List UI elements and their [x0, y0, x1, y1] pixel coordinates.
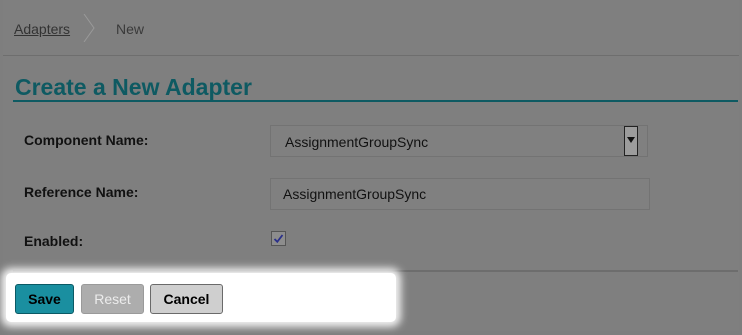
- chevron-right-icon: [83, 14, 95, 42]
- component-name-select[interactable]: AssignmentGroupSync: [270, 125, 648, 157]
- cancel-button[interactable]: Cancel: [150, 284, 223, 314]
- breadcrumb-adapters-link[interactable]: Adapters: [14, 21, 70, 37]
- reference-name-input[interactable]: [270, 178, 650, 210]
- save-button[interactable]: Save: [15, 284, 74, 314]
- title-divider: [13, 100, 738, 102]
- enabled-checkbox[interactable]: [271, 231, 286, 246]
- component-name-value: AssignmentGroupSync: [285, 134, 429, 150]
- component-name-label: Component Name:: [24, 132, 149, 148]
- page-title: Create a New Adapter: [15, 74, 252, 100]
- triangle-down-icon: [627, 137, 635, 143]
- breadcrumb: Adapters New: [3, 0, 739, 56]
- select-dropdown-button[interactable]: [624, 126, 638, 156]
- form-divider: [13, 270, 738, 272]
- breadcrumb-current: New: [116, 21, 145, 37]
- reset-button[interactable]: Reset: [81, 284, 144, 314]
- reference-name-label: Reference Name:: [24, 184, 139, 200]
- checkmark-icon: [273, 234, 284, 244]
- enabled-label: Enabled:: [24, 233, 84, 249]
